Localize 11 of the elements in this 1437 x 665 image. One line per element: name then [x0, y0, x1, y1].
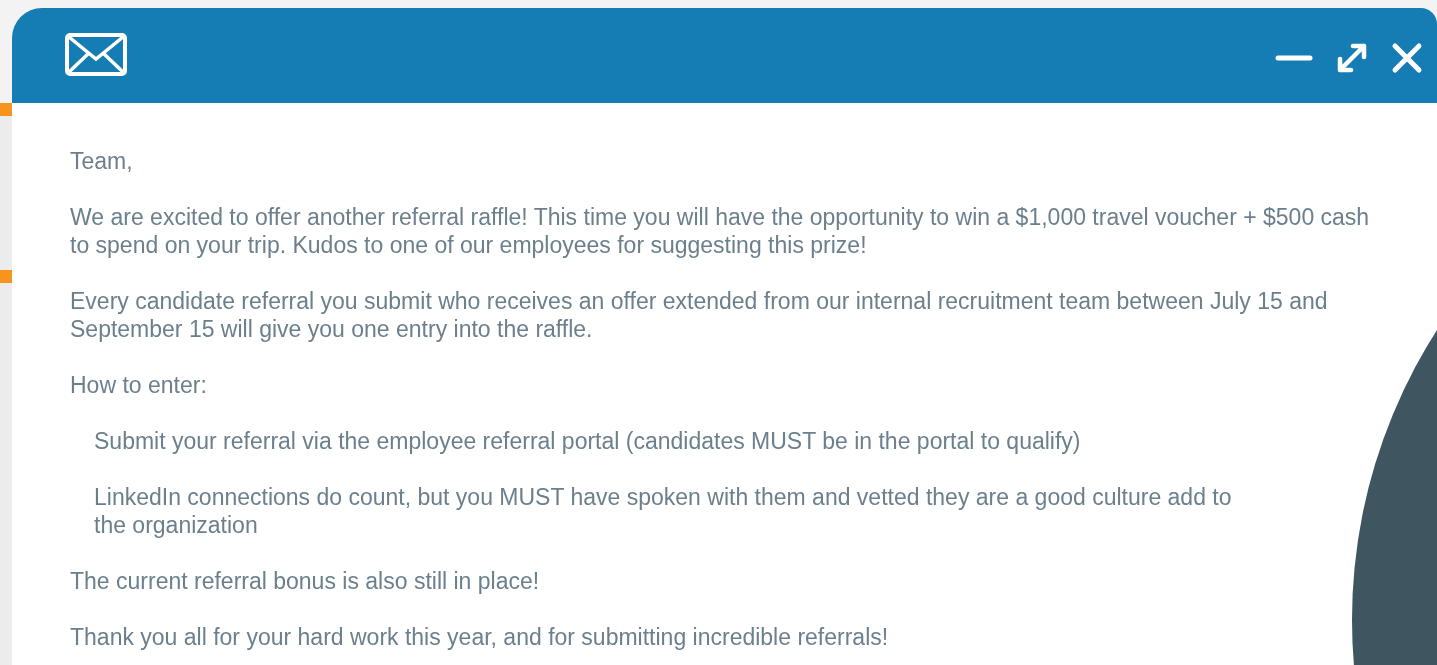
message-paragraph: LinkedIn connections do count, but you MUST have spoken with them and vetted they are a good culture add to the organization — [94, 483, 1233, 539]
message-paragraph: Every candidate referral you submit who receives an offer extended from our internal recruitment team between July 15 and September 15 will give you one entry into the raffle. — [70, 287, 1329, 343]
close-button[interactable] — [1391, 41, 1423, 74]
message-paragraph: Team, — [70, 147, 134, 175]
message-paragraph: We are excited to offer another referral raffle! This time you will have the opportunity to win a $1,000 travel voucher + $500 cash to spend on your trip. Kudos to one of our employees for suggesting this prize! — [70, 203, 1371, 259]
message-paragraph: The current referral bonus is also still in place! — [70, 567, 541, 595]
message-paragraph: How to enter: — [70, 371, 208, 399]
message-paragraph: Submit your referral via the employee referral portal (candidates MUST be in the portal to qualify) — [94, 427, 1082, 455]
message-paragraph: Thank you all for your hard work this year, and for submitting incredible referrals! — [70, 623, 890, 651]
minimize-button[interactable] — [1275, 54, 1313, 61]
envelope-icon — [65, 33, 127, 76]
